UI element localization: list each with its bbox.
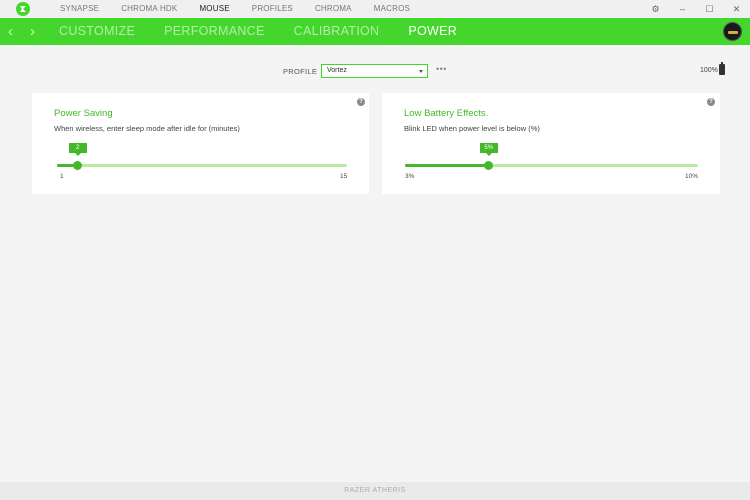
topnav-mouse[interactable]: MOUSE bbox=[199, 0, 229, 18]
topnav-chroma[interactable]: CHROMA bbox=[315, 0, 352, 18]
tab-power[interactable]: POWER bbox=[408, 18, 457, 45]
topnav-macros[interactable]: MACROS bbox=[374, 0, 410, 18]
low-battery-title: Low Battery Effects. bbox=[404, 108, 489, 119]
profile-dropdown[interactable]: Vortez bbox=[321, 64, 428, 78]
slider-thumb[interactable] bbox=[73, 161, 83, 170]
power-saving-title: Power Saving bbox=[54, 108, 113, 119]
slider-thumb[interactable] bbox=[484, 161, 494, 170]
razer-logo-icon[interactable] bbox=[16, 2, 30, 16]
slider-value-bubble: 2 bbox=[68, 143, 87, 156]
battery-percent: 100% bbox=[700, 67, 718, 74]
sub-nav: ‹ › CUSTOMIZE PERFORMANCE CALIBRATION PO… bbox=[0, 18, 750, 45]
slider-min-label: 3% bbox=[405, 173, 415, 180]
power-saving-card: Power Saving When wireless, enter sleep … bbox=[32, 93, 369, 194]
chevron-down-icon bbox=[419, 70, 423, 73]
topnav-synapse[interactable]: SYNAPSE bbox=[60, 0, 99, 18]
user-avatar[interactable] bbox=[723, 22, 742, 41]
back-arrow-icon[interactable]: ‹ bbox=[8, 18, 13, 45]
close-button[interactable]: ✕ bbox=[723, 0, 750, 18]
profile-label: PROFILE bbox=[283, 67, 318, 76]
battery-icon bbox=[719, 62, 725, 75]
sleep-timer-slider[interactable]: 2 bbox=[57, 143, 347, 170]
profile-selected-value: Vortez bbox=[327, 67, 347, 74]
tab-customize[interactable]: CUSTOMIZE bbox=[59, 18, 135, 45]
tab-performance[interactable]: PERFORMANCE bbox=[164, 18, 265, 45]
slider-min-label: 1 bbox=[60, 173, 64, 180]
window-controls: ⚙ – ☐ ✕ bbox=[642, 0, 750, 18]
settings-gear-icon[interactable]: ⚙ bbox=[642, 0, 669, 18]
forward-arrow-icon[interactable]: › bbox=[30, 18, 35, 45]
slider-max-label: 10% bbox=[685, 173, 699, 180]
power-saving-help-icon[interactable]: ? bbox=[357, 98, 365, 106]
more-options-icon[interactable]: ••• bbox=[436, 64, 447, 74]
low-battery-help-icon[interactable]: ? bbox=[707, 98, 715, 106]
low-battery-description: Blink LED when power level is below (%) bbox=[404, 124, 540, 133]
power-saving-description: When wireless, enter sleep mode after id… bbox=[54, 124, 240, 133]
title-bar: SYNAPSE CHROMA HDK MOUSE PROFILES CHROMA… bbox=[0, 0, 750, 18]
slider-max-label: 15 bbox=[340, 173, 348, 180]
low-battery-card: Low Battery Effects. Blink LED when powe… bbox=[382, 93, 720, 194]
topnav-chroma-hdk[interactable]: CHROMA HDK bbox=[121, 0, 177, 18]
slider-fill bbox=[405, 164, 489, 167]
minimize-button[interactable]: – bbox=[669, 0, 696, 18]
sub-nav-tabs: CUSTOMIZE PERFORMANCE CALIBRATION POWER bbox=[59, 18, 486, 45]
top-nav: SYNAPSE CHROMA HDK MOUSE PROFILES CHROMA… bbox=[60, 0, 432, 18]
tab-calibration[interactable]: CALIBRATION bbox=[294, 18, 380, 45]
maximize-button[interactable]: ☐ bbox=[696, 0, 723, 18]
device-footer: RAZER ATHERIS bbox=[0, 482, 750, 500]
topnav-profiles[interactable]: PROFILES bbox=[252, 0, 293, 18]
battery-threshold-slider[interactable]: 5% bbox=[405, 143, 698, 170]
slider-value-bubble: 5% bbox=[479, 143, 498, 156]
